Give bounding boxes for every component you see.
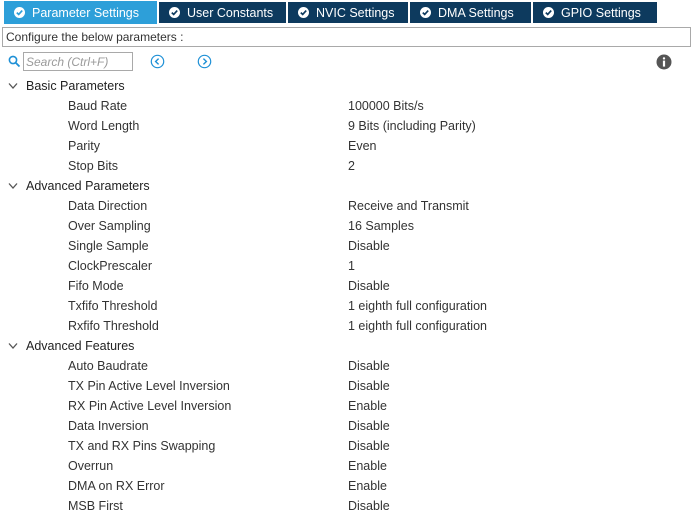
param-value[interactable]: Enable: [348, 456, 387, 476]
chevron-down-icon[interactable]: [8, 182, 18, 190]
param-label: DMA on RX Error: [68, 479, 165, 493]
check-circle-icon: [420, 7, 431, 18]
param-value[interactable]: Disable: [348, 376, 390, 396]
param-value[interactable]: Disable: [348, 436, 390, 456]
param-value[interactable]: Receive and Transmit: [348, 196, 469, 216]
param-label: Stop Bits: [68, 159, 119, 173]
tab-parameter-settings[interactable]: Parameter Settings: [4, 1, 157, 24]
param-value[interactable]: Disable: [348, 356, 390, 376]
param-row-baud-rate[interactable]: Baud Rate 100000 Bits/s: [0, 96, 695, 116]
param-label: RX Pin Active Level Inversion: [68, 399, 232, 413]
param-value[interactable]: 100000 Bits/s: [348, 96, 424, 116]
param-row-txfifo-threshold[interactable]: Txfifo Threshold 1 eighth full configura…: [0, 296, 695, 316]
search-toolbar: [0, 51, 695, 73]
param-label: Over Sampling: [68, 219, 151, 233]
tab-user-constants[interactable]: User Constants: [159, 2, 286, 23]
param-value[interactable]: Disable: [348, 236, 390, 256]
param-value[interactable]: 1: [348, 256, 355, 276]
info-icon[interactable]: [656, 54, 672, 70]
tab-gpio-settings[interactable]: GPIO Settings: [533, 2, 657, 23]
param-label: ClockPrescaler: [68, 259, 153, 273]
param-value[interactable]: 1 eighth full configuration: [348, 296, 487, 316]
tab-bar: Parameter Settings User Constants NVIC S…: [0, 0, 695, 24]
chevron-down-icon[interactable]: [8, 82, 18, 90]
arrow-left-circle-icon[interactable]: [150, 54, 165, 69]
param-label: Fifo Mode: [68, 279, 124, 293]
instruction-text: Configure the below parameters :: [2, 27, 691, 47]
tab-label: NVIC Settings: [316, 5, 395, 20]
param-row-data-direction[interactable]: Data Direction Receive and Transmit: [0, 196, 695, 216]
param-label: Baud Rate: [68, 99, 128, 113]
param-row-data-inversion[interactable]: Data Inversion Disable: [0, 416, 695, 436]
param-row-stop-bits[interactable]: Stop Bits 2: [0, 156, 695, 176]
tab-label: DMA Settings: [438, 5, 514, 20]
search-icon[interactable]: [8, 55, 21, 68]
tab-dma-settings[interactable]: DMA Settings: [410, 2, 531, 23]
param-row-tx-pin-inversion[interactable]: TX Pin Active Level Inversion Disable: [0, 376, 695, 396]
param-label: Word Length: [68, 119, 140, 133]
param-row-clock-prescaler[interactable]: ClockPrescaler 1: [0, 256, 695, 276]
param-label: MSB First: [68, 499, 123, 513]
param-value[interactable]: 9 Bits (including Parity): [348, 116, 476, 136]
param-row-dma-on-rx-error[interactable]: DMA on RX Error Enable: [0, 476, 695, 496]
param-row-parity[interactable]: Parity Even: [0, 136, 695, 156]
group-advanced-features[interactable]: Advanced Features: [0, 336, 695, 356]
param-label: Overrun: [68, 459, 114, 473]
tab-label: GPIO Settings: [561, 5, 641, 20]
param-label: Data Direction: [68, 199, 148, 213]
param-value[interactable]: Even: [348, 136, 377, 156]
param-value[interactable]: 16 Samples: [348, 216, 414, 236]
param-row-rxfifo-threshold[interactable]: Rxfifo Threshold 1 eighth full configura…: [0, 316, 695, 336]
param-value[interactable]: Enable: [348, 476, 387, 496]
tab-label: Parameter Settings: [32, 5, 139, 20]
check-circle-icon: [14, 7, 25, 18]
group-label: Basic Parameters: [26, 79, 125, 93]
check-circle-icon: [169, 7, 180, 18]
param-row-overrun[interactable]: Overrun Enable: [0, 456, 695, 476]
param-value[interactable]: Disable: [348, 276, 390, 296]
param-value[interactable]: 2: [348, 156, 355, 176]
param-value[interactable]: Disable: [348, 496, 390, 516]
param-row-single-sample[interactable]: Single Sample Disable: [0, 236, 695, 256]
param-value[interactable]: Disable: [348, 416, 390, 436]
check-circle-icon: [298, 7, 309, 18]
param-label: TX Pin Active Level Inversion: [68, 379, 230, 393]
param-label: Parity: [68, 139, 100, 153]
param-row-pins-swapping[interactable]: TX and RX Pins Swapping Disable: [0, 436, 695, 456]
tab-label: User Constants: [187, 5, 274, 20]
param-value[interactable]: 1 eighth full configuration: [348, 316, 487, 336]
param-row-rx-pin-inversion[interactable]: RX Pin Active Level Inversion Enable: [0, 396, 695, 416]
param-row-over-sampling[interactable]: Over Sampling 16 Samples: [0, 216, 695, 236]
chevron-down-icon[interactable]: [8, 342, 18, 350]
group-label: Advanced Parameters: [26, 179, 150, 193]
group-basic-parameters[interactable]: Basic Parameters: [0, 76, 695, 96]
param-label: Single Sample: [68, 239, 149, 253]
param-row-word-length[interactable]: Word Length 9 Bits (including Parity): [0, 116, 695, 136]
tab-nvic-settings[interactable]: NVIC Settings: [288, 2, 408, 23]
param-label: Rxfifo Threshold: [68, 319, 159, 333]
param-row-fifo-mode[interactable]: Fifo Mode Disable: [0, 276, 695, 296]
search-input[interactable]: [23, 52, 133, 71]
check-circle-icon: [543, 7, 554, 18]
param-row-msb-first[interactable]: MSB First Disable: [0, 496, 695, 516]
arrow-right-circle-icon[interactable]: [197, 54, 212, 69]
param-label: Txfifo Threshold: [68, 299, 158, 313]
param-label: Data Inversion: [68, 419, 149, 433]
param-value[interactable]: Enable: [348, 396, 387, 416]
group-label: Advanced Features: [26, 339, 135, 353]
param-label: TX and RX Pins Swapping: [68, 439, 216, 453]
group-advanced-parameters[interactable]: Advanced Parameters: [0, 176, 695, 196]
param-label: Auto Baudrate: [68, 359, 148, 373]
param-row-auto-baudrate[interactable]: Auto Baudrate Disable: [0, 356, 695, 376]
